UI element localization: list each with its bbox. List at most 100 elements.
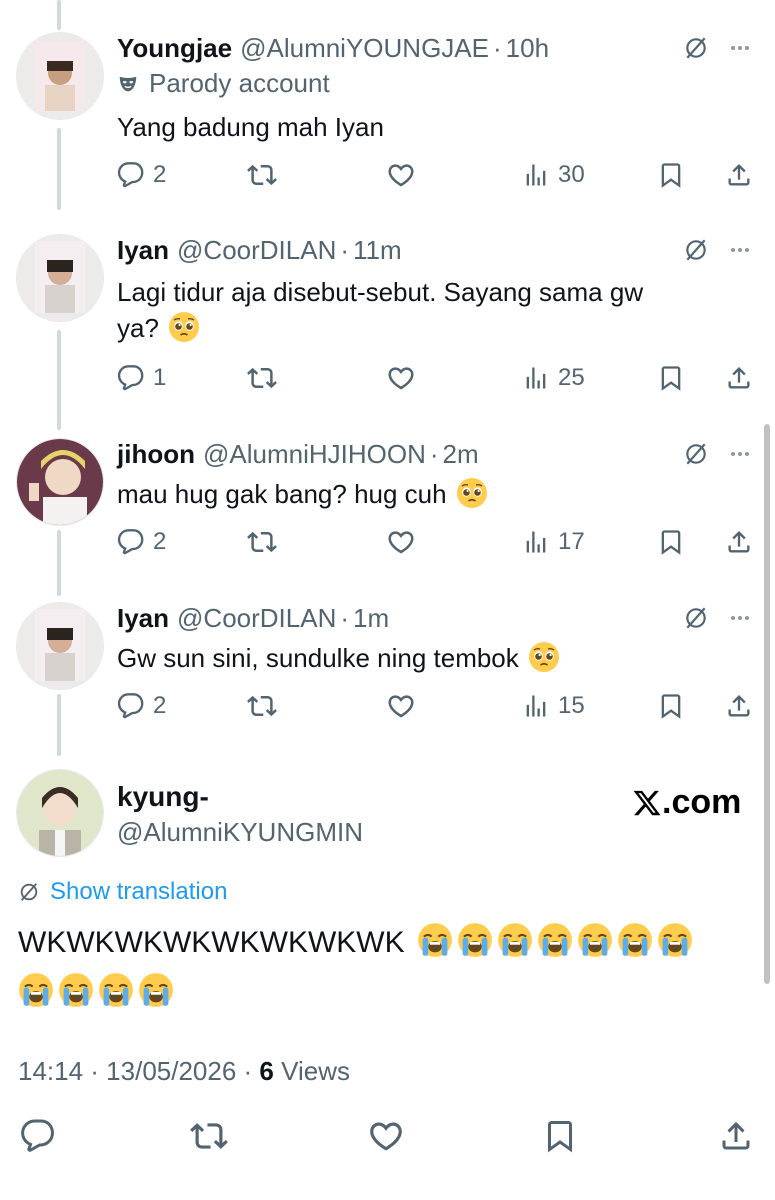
tweet-timestamp[interactable]: 14:14 · 13/05/2026 · [18, 1056, 259, 1086]
more-icon[interactable] [722, 232, 758, 268]
share-button[interactable] [725, 688, 753, 724]
retweet-icon [247, 691, 277, 721]
reply-tweet[interactable]: Iyan @CoorDILAN · 1m Gw sun sini, sundul… [0, 600, 775, 740]
tweet-text-content: mau hug gak bang? hug cuh [117, 479, 447, 509]
like-button[interactable] [386, 688, 416, 724]
bookmark-icon [657, 692, 685, 720]
share-button[interactable] [714, 1114, 758, 1158]
bookmark-button[interactable] [657, 157, 685, 193]
share-button[interactable] [725, 524, 753, 560]
tweet-actions: 1 25 [117, 360, 757, 396]
handle[interactable]: @AlumniHJIHOON [203, 439, 426, 470]
translate-globe-icon[interactable] [678, 232, 714, 268]
reply-button[interactable]: 2 [117, 524, 166, 560]
reply-tweet[interactable]: Iyan @CoorDILAN · 11m Lagi tidur aja dis… [0, 232, 775, 412]
handle[interactable]: @AlumniYOUNGJAE [240, 33, 489, 64]
bookmark-button[interactable] [538, 1114, 582, 1158]
more-icon[interactable] [722, 436, 758, 472]
like-icon [386, 527, 416, 557]
show-translation-link[interactable]: Show translation [18, 878, 227, 906]
share-button[interactable] [725, 157, 753, 193]
like-button[interactable] [386, 524, 416, 560]
views-label: Views [273, 1056, 350, 1086]
views-icon [522, 161, 550, 189]
translate-globe-icon[interactable] [678, 436, 714, 472]
views-count: 30 [558, 161, 585, 188]
share-button[interactable] [725, 360, 753, 396]
views-button[interactable]: 17 [522, 524, 585, 560]
translate-globe-icon[interactable] [678, 30, 714, 66]
views-button[interactable]: 15 [522, 688, 585, 724]
timestamp[interactable]: 10h [506, 33, 549, 64]
tweet-actions: 2 17 [117, 524, 757, 560]
share-icon [725, 692, 753, 720]
tweet-text-line: Lagi tidur aja disebut-sebut. Sayang sam… [117, 277, 644, 307]
tweet-text: Yang badung mah Iyan [117, 112, 384, 142]
crying-face-emoji [497, 922, 533, 958]
reply-button[interactable]: 2 [117, 688, 166, 724]
views-button[interactable]: 30 [522, 157, 585, 193]
crying-face-emoji [577, 922, 613, 958]
display-name[interactable]: Youngjae [117, 33, 232, 64]
retweet-button[interactable] [187, 1114, 231, 1158]
translate-globe-icon[interactable] [678, 600, 714, 636]
reply-button[interactable] [16, 1114, 60, 1158]
avatar[interactable] [16, 234, 104, 322]
views-count: 25 [558, 364, 585, 391]
like-icon [386, 691, 416, 721]
reply-button[interactable]: 2 [117, 157, 166, 193]
tweet-text-content: Gw sun sini, sundulke ning tembok [117, 643, 519, 673]
thread-line [57, 0, 61, 30]
views-count: 15 [558, 692, 585, 719]
pleading-face-emoji [528, 641, 560, 673]
reply-count: 2 [153, 528, 167, 555]
parody-badge: Parody account [117, 68, 330, 99]
show-translation-label[interactable]: Show translation [50, 878, 227, 906]
x-logo-text: .com [662, 783, 742, 821]
reply-tweet[interactable]: Youngjae @AlumniYOUNGJAE · 10h Parody ac… [0, 30, 775, 200]
handle[interactable]: @AlumniKYUNGMIN [117, 817, 363, 848]
retweet-icon [247, 363, 277, 393]
display-name[interactable]: Iyan [117, 603, 169, 634]
retweet-button[interactable] [247, 688, 277, 724]
handle[interactable]: @CoorDILAN [177, 235, 336, 266]
display-name[interactable]: kyung- [117, 781, 209, 813]
share-icon [725, 528, 753, 556]
reply-icon [117, 692, 145, 720]
avatar[interactable] [16, 769, 104, 857]
bookmark-button[interactable] [657, 360, 685, 396]
reply-tweet[interactable]: jihoon @AlumniHJIHOON · 2m mau hug gak b… [0, 436, 775, 576]
display-name[interactable]: jihoon [117, 439, 195, 470]
avatar[interactable] [16, 438, 104, 526]
avatar[interactable] [16, 602, 104, 690]
more-icon[interactable] [722, 30, 758, 66]
timestamp[interactable]: 1m [353, 603, 389, 634]
tweet-header: Iyan @CoorDILAN · 11m [117, 232, 402, 268]
avatar[interactable] [16, 32, 104, 120]
views-button[interactable]: 25 [522, 360, 585, 396]
share-icon [725, 161, 753, 189]
bookmark-icon [542, 1118, 578, 1154]
like-icon [386, 363, 416, 393]
handle[interactable]: @CoorDILAN [177, 603, 336, 634]
like-button[interactable] [386, 157, 416, 193]
separator-dot: · [429, 438, 439, 469]
scrollbar[interactable] [764, 424, 770, 984]
retweet-button[interactable] [247, 524, 277, 560]
timestamp[interactable]: 2m [443, 439, 479, 470]
like-button[interactable] [364, 1114, 408, 1158]
reply-button[interactable]: 1 [117, 360, 166, 396]
reply-count: 2 [153, 161, 167, 188]
tweet-text: Lagi tidur aja disebut-sebut. Sayang sam… [117, 274, 737, 346]
display-name[interactable]: Iyan [117, 235, 169, 266]
like-button[interactable] [386, 360, 416, 396]
timestamp[interactable]: 11m [353, 235, 402, 266]
translate-globe-icon [18, 881, 40, 903]
retweet-button[interactable] [247, 157, 277, 193]
retweet-button[interactable] [247, 360, 277, 396]
tweet-actions: 2 15 [117, 688, 757, 724]
bookmark-button[interactable] [657, 524, 685, 560]
more-icon[interactable] [722, 600, 758, 636]
bookmark-button[interactable] [657, 688, 685, 724]
x-logo: .com [632, 783, 741, 822]
